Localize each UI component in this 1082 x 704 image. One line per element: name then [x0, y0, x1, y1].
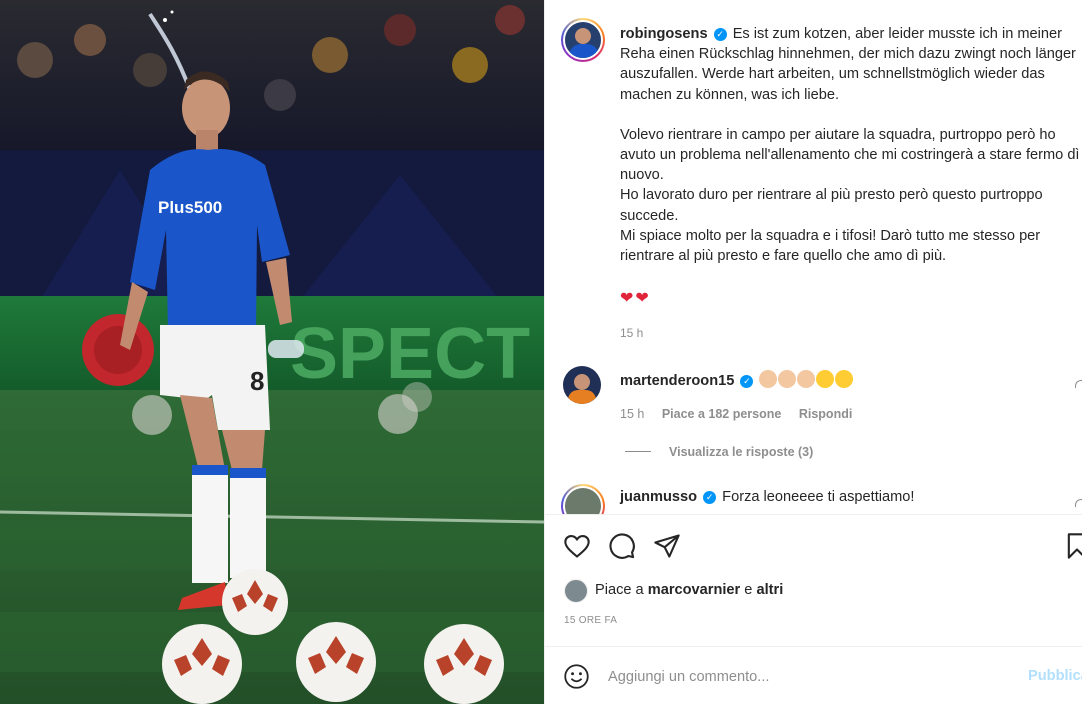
post-photo[interactable]: SPECT Plus500 8: [0, 0, 544, 704]
shorts-number: 8: [250, 366, 264, 396]
post-panel: robingosens ✓ Es ist zum kotzen, aber le…: [544, 0, 1082, 704]
comment-bubble-icon[interactable]: [608, 532, 636, 560]
board-text: SPECT: [290, 314, 530, 394]
replies-divider: [625, 451, 651, 452]
verified-badge-icon: ✓: [740, 375, 754, 388]
comment-input[interactable]: [608, 665, 1008, 689]
caption-text-it-2: Ho lavorato duro per rientrare al più pr…: [620, 187, 1043, 224]
reply-button[interactable]: Rispondi: [799, 407, 852, 421]
likes-prefix: Piace a: [595, 582, 644, 598]
save-bookmark-icon[interactable]: [1063, 532, 1082, 560]
comment-meta: 15 h Piace a 182 persone Rispondi: [620, 407, 866, 421]
verified-badge-icon: ✓: [713, 28, 727, 41]
flexed-biceps-emoji-icon: [797, 370, 816, 388]
caption-hearts: ❤❤: [620, 290, 651, 307]
comments-scroll-area[interactable]: robingosens ✓ Es ist zum kotzen, aber le…: [545, 0, 1082, 514]
comment-like-heart-icon[interactable]: [1075, 499, 1082, 507]
post-actions: Piace a marcovarnier e altri 15 ORE FA: [545, 514, 1082, 646]
comment-avatar-juanmusso[interactable]: [561, 484, 605, 514]
comment-likes[interactable]: Piace a 182 persone: [662, 407, 782, 421]
likes-user[interactable]: marcovarnier: [648, 582, 740, 598]
comment-like-heart-icon[interactable]: [1075, 380, 1082, 388]
comment-avatar-martenderoon15[interactable]: [563, 366, 601, 404]
comment-juanmusso: juanmusso ✓ Forza leoneeee ti aspettiamo…: [620, 489, 914, 505]
post-date[interactable]: 15 ORE FA: [564, 615, 617, 626]
comment-text: Forza leoneeee ti aspettiamo!: [722, 489, 915, 505]
caption-username[interactable]: robingosens: [620, 26, 708, 42]
face-blowing-kiss-emoji-icon: [835, 370, 854, 388]
caption-text-it-1: Volevo rientrare in campo per aiutare la…: [620, 126, 1080, 184]
likes-others[interactable]: altri: [756, 582, 783, 598]
comment-time[interactable]: 15 h: [620, 407, 644, 421]
comment-username[interactable]: juanmusso: [620, 489, 697, 505]
likes-summary: Piace a marcovarnier e altri: [595, 582, 783, 598]
player-photo: SPECT Plus500 8: [0, 0, 544, 704]
likes-conj: e: [744, 582, 753, 598]
liker-avatar[interactable]: [564, 579, 588, 603]
face-blowing-kiss-emoji-icon: [816, 370, 835, 388]
like-heart-icon[interactable]: [563, 532, 591, 560]
author-avatar[interactable]: [561, 18, 605, 62]
share-direct-icon[interactable]: [653, 532, 681, 560]
jersey-sponsor: Plus500: [158, 198, 222, 217]
view-replies-button[interactable]: Visualizza le risposte (3): [625, 445, 813, 459]
publish-button[interactable]: Pubblica: [1028, 668, 1082, 684]
post-caption: robingosens ✓ Es ist zum kotzen, aber le…: [620, 24, 1082, 266]
comment-martenderoon15: martenderoon15 ✓: [620, 370, 854, 389]
flexed-biceps-emoji-icon: [778, 370, 797, 388]
caption-time[interactable]: 15 h: [620, 326, 643, 340]
view-replies-label: Visualizza le risposte (3): [669, 445, 814, 459]
verified-badge-icon: ✓: [703, 491, 717, 504]
emoji-picker-icon[interactable]: [563, 663, 590, 690]
add-comment-bar: Pubblica: [545, 646, 1082, 704]
comment-username[interactable]: martenderoon15: [620, 373, 734, 389]
flexed-biceps-emoji-icon: [759, 370, 778, 388]
caption-text-it-3: Mi spiace molto per la squadra e i tifos…: [620, 227, 1041, 265]
